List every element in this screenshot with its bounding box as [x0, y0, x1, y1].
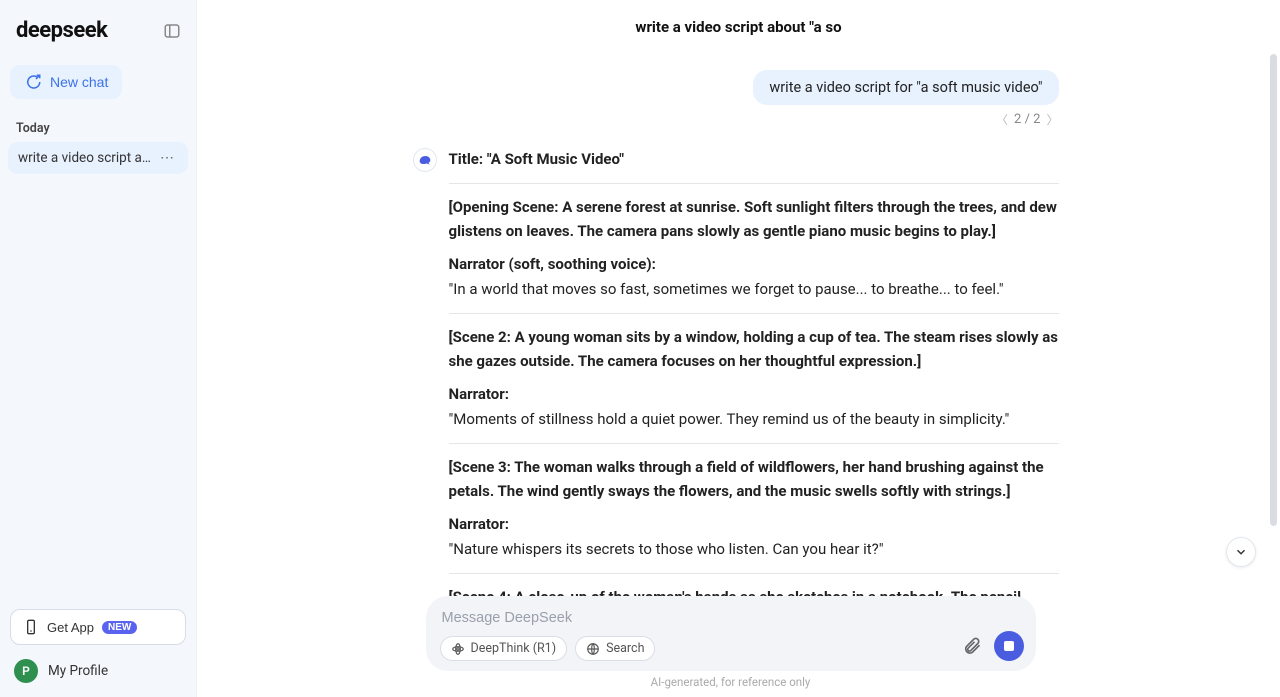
logo: deepseek	[16, 18, 107, 43]
sidebar-header: deepseek	[0, 0, 196, 57]
message-pager: 〈 2 / 2 〉	[449, 111, 1059, 128]
new-chat-icon	[24, 73, 42, 91]
atom-icon	[451, 642, 465, 656]
profile-label: My Profile	[48, 663, 108, 679]
pager-text: 2 / 2	[1014, 112, 1040, 127]
narrator-3-line: "Nature whispers its secrets to those wh…	[449, 538, 1059, 561]
scroll-to-bottom-button[interactable]	[1226, 537, 1256, 567]
get-app-button[interactable]: Get App NEW	[10, 609, 186, 645]
avatar: P	[14, 659, 38, 683]
paperclip-icon	[962, 636, 982, 656]
search-label: Search	[606, 641, 644, 656]
pager-prev-button[interactable]: 〈	[996, 111, 1008, 128]
assistant-content: Title: "A Soft Music Video" [Opening Sce…	[449, 148, 1059, 633]
assistant-message: Title: "A Soft Music Video" [Opening Sce…	[449, 148, 1059, 633]
narrator-1-label: Narrator (soft, soothing voice):	[449, 253, 1059, 276]
page-title: write a video script about "a so	[635, 18, 841, 36]
deepthink-label: DeepThink (R1)	[471, 641, 557, 656]
divider	[449, 573, 1059, 574]
new-chat-label: New chat	[50, 74, 108, 90]
scene-3: [Scene 3: The woman walks through a fiel…	[449, 456, 1059, 503]
script-title: Title: "A Soft Music Video"	[449, 148, 1059, 171]
scene-1: [Opening Scene: A serene forest at sunri…	[449, 196, 1059, 243]
assistant-icon	[413, 148, 437, 172]
divider	[449, 443, 1059, 444]
divider	[449, 183, 1059, 184]
main: write a video script about "a so write a…	[197, 0, 1280, 697]
divider	[449, 313, 1059, 314]
section-today-label: Today	[0, 117, 196, 142]
sidebar-chat-item[interactable]: write a video script about "a so ⋯	[8, 142, 188, 174]
scene-2: [Scene 2: A young woman sits by a window…	[449, 326, 1059, 373]
composer: DeepThink (R1) Search	[426, 596, 1036, 671]
message-input[interactable]	[440, 606, 1022, 636]
globe-icon	[586, 642, 600, 656]
sidebar-chat-item-text: write a video script about "a so	[18, 150, 156, 166]
search-toggle[interactable]: Search	[575, 636, 655, 661]
sidebar: deepseek New chat Today write a video sc…	[0, 0, 197, 697]
stop-button[interactable]	[994, 631, 1024, 661]
profile-button[interactable]: P My Profile	[14, 659, 186, 683]
scrollbar-thumb[interactable]	[1270, 54, 1277, 526]
user-message: write a video script for "a soft music v…	[753, 70, 1058, 105]
chevron-down-icon	[1234, 545, 1248, 559]
stop-icon	[1004, 641, 1014, 651]
narrator-2-line: "Moments of stillness hold a quiet power…	[449, 408, 1059, 431]
main-header: write a video script about "a so	[197, 0, 1280, 54]
narrator-2-label: Narrator:	[449, 383, 1059, 406]
phone-icon	[23, 619, 39, 635]
user-message-row: write a video script for "a soft music v…	[449, 70, 1059, 105]
deepthink-toggle[interactable]: DeepThink (R1)	[440, 636, 568, 661]
scrollbar[interactable]	[1266, 54, 1280, 526]
narrator-3-label: Narrator:	[449, 513, 1059, 536]
chat-item-more-button[interactable]: ⋯	[156, 150, 178, 166]
composer-tools: DeepThink (R1) Search	[440, 636, 1022, 661]
attach-button[interactable]	[960, 634, 984, 658]
pager-next-button[interactable]: 〉	[1046, 111, 1058, 128]
whale-icon	[417, 152, 433, 168]
collapse-sidebar-button[interactable]	[162, 21, 182, 41]
panel-collapse-icon	[163, 22, 181, 40]
narrator-1-line: "In a world that moves so fast, sometime…	[449, 278, 1059, 301]
disclaimer: AI-generated, for reference only	[651, 675, 811, 689]
new-chat-button[interactable]: New chat	[10, 65, 122, 99]
new-badge: NEW	[102, 621, 137, 634]
composer-wrap: DeepThink (R1) Search AI-generated, for …	[197, 596, 1264, 689]
get-app-label: Get App	[47, 620, 94, 635]
